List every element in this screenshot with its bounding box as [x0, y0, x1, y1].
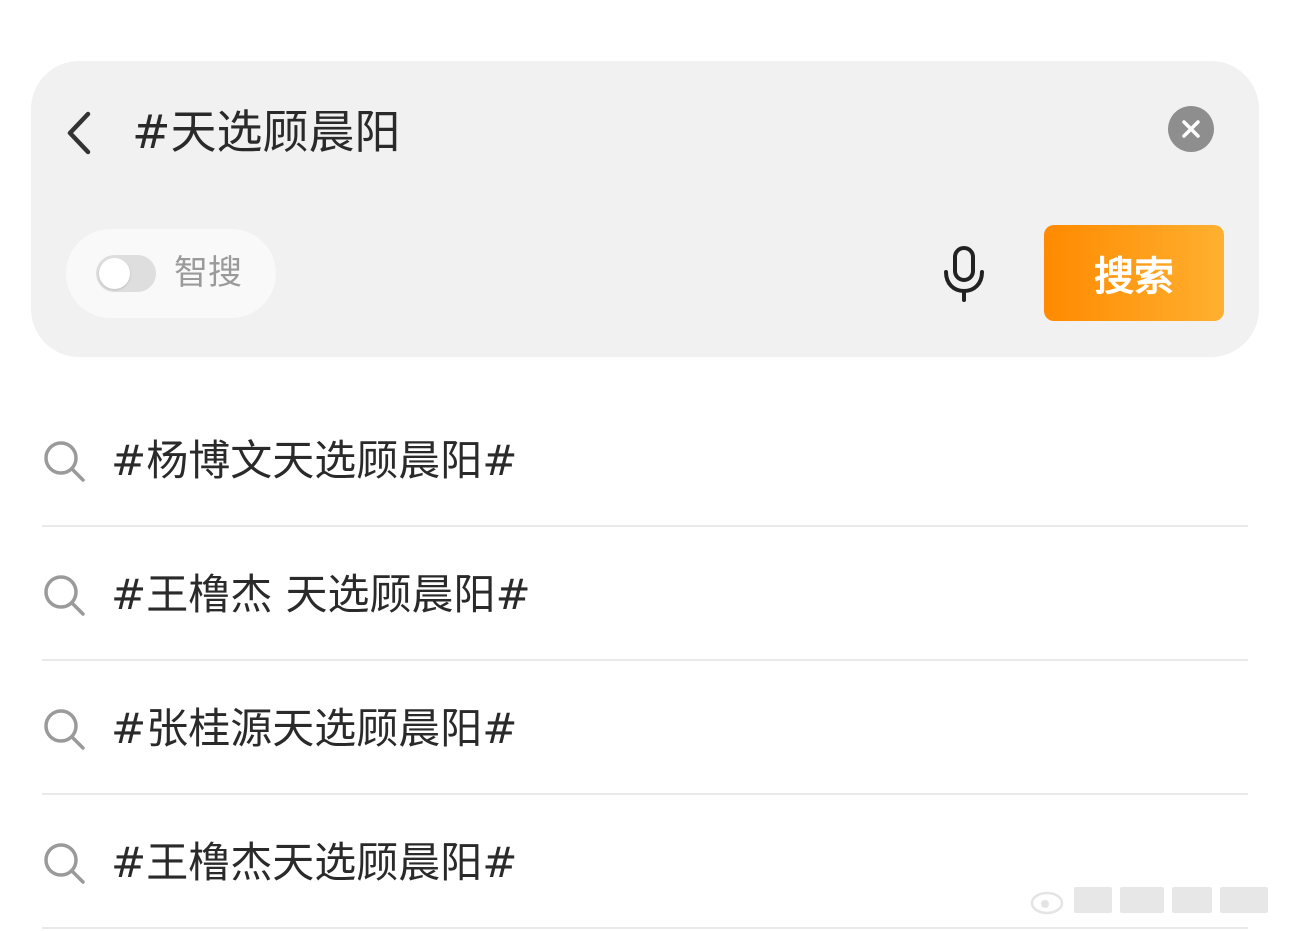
voice-search-button[interactable]: [937, 243, 991, 305]
clear-button[interactable]: [1168, 106, 1214, 152]
search-input[interactable]: #天选顾晨阳: [132, 100, 1142, 164]
suggestion-item[interactable]: #张桂源天选顾晨阳#: [0, 661, 1290, 795]
toggle-knob: [99, 258, 130, 289]
watermark-blur: [1220, 887, 1268, 913]
suggestion-text: #杨博文天选顾晨阳#: [111, 436, 518, 485]
search-icon: [44, 441, 85, 482]
microphone-icon: [944, 246, 984, 302]
back-button[interactable]: [54, 108, 104, 158]
suggestion-text: #张桂源天选顾晨阳#: [111, 704, 518, 753]
search-icon: [44, 709, 85, 750]
search-submit-button[interactable]: 搜索: [1044, 225, 1224, 321]
smart-search-toggle[interactable]: 智搜: [66, 229, 276, 318]
suggestion-list: #杨博文天选顾晨阳# #王橹杰 天选顾晨阳# #张桂源天选顾晨阳# #王橹杰天选…: [0, 393, 1290, 929]
suggestion-item[interactable]: #王橹杰 天选顾晨阳#: [0, 527, 1290, 661]
watermark-blur: [1172, 887, 1212, 913]
toggle-switch[interactable]: [96, 255, 156, 292]
search-icon: [44, 843, 85, 884]
watermark-blur: [1074, 887, 1112, 913]
suggestion-text: #王橹杰天选顾晨阳#: [111, 838, 518, 887]
smart-search-label: 智搜: [174, 253, 242, 293]
divider: [42, 927, 1248, 929]
watermark-logo-icon: [1030, 891, 1064, 915]
close-icon: [1182, 120, 1200, 138]
suggestion-text: #王橹杰 天选顾晨阳#: [111, 570, 531, 619]
suggestion-item[interactable]: #杨博文天选顾晨阳#: [0, 393, 1290, 527]
chevron-left-icon: [67, 111, 91, 155]
watermark-blur: [1120, 887, 1164, 913]
search-icon: [44, 575, 85, 616]
watermark: [1030, 880, 1280, 920]
